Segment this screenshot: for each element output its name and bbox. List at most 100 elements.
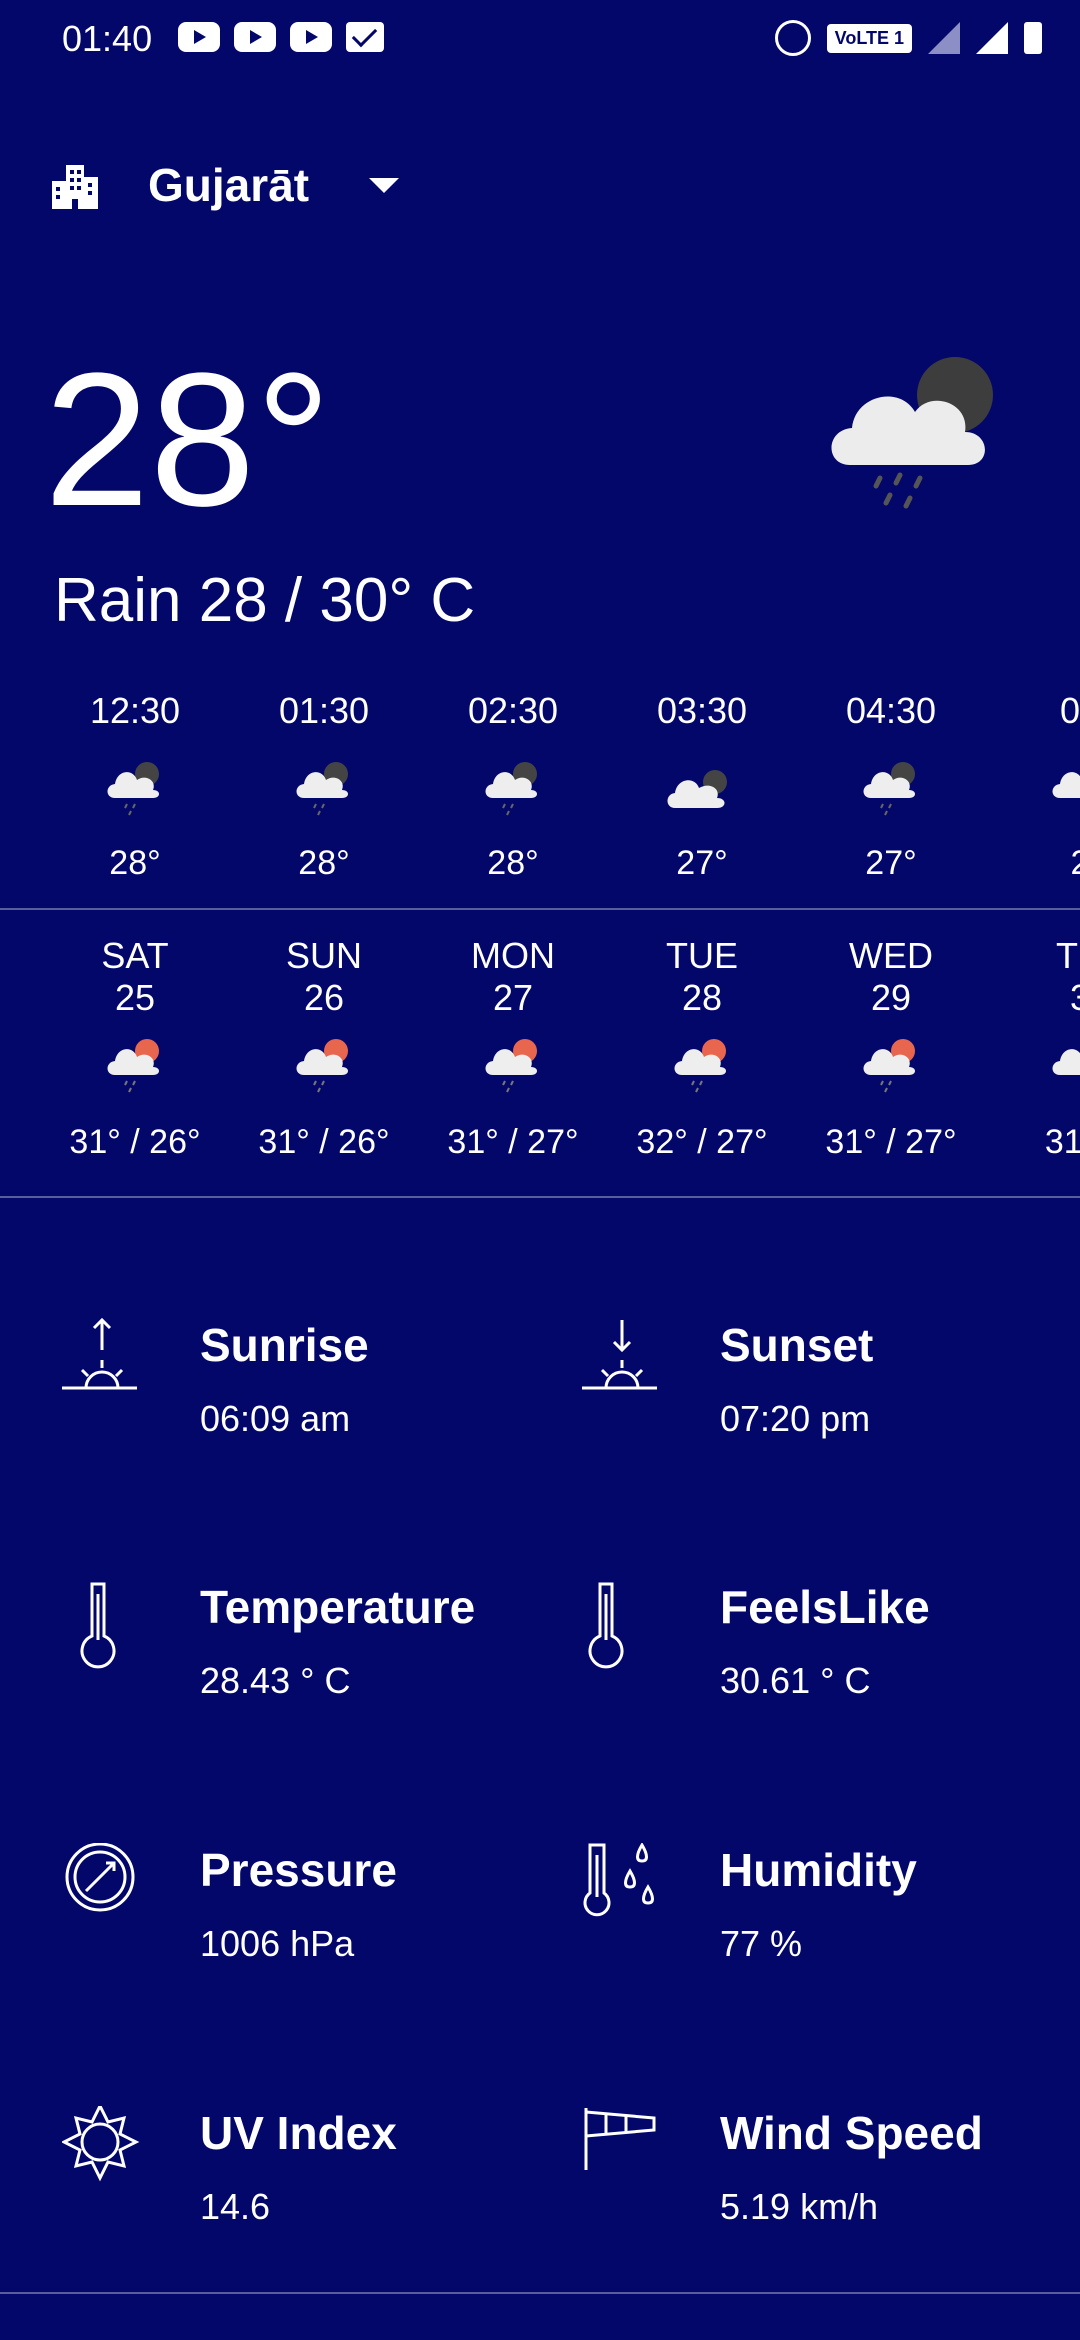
detail-wind-speed: Wind Speed 5.19 km/h — [582, 2106, 1062, 2266]
rain-night-icon — [485, 762, 537, 816]
detail-value: 28.43 ° C — [200, 1660, 351, 1701]
divider — [0, 908, 1080, 910]
signal-icon — [928, 22, 960, 54]
sunset-icon — [582, 1320, 657, 1390]
detail-sunrise: Sunrise 06:09 am — [62, 1318, 542, 1478]
daily-range: 31° / — [1044, 1123, 1080, 1161]
youtube-icon — [290, 22, 332, 52]
daily-range: 31° / 26° — [69, 1123, 201, 1161]
detail-uv-index: UV Index 14.6 — [62, 2106, 542, 2266]
daily-day: TH — [1056, 935, 1080, 976]
detail-label: Humidity — [720, 1844, 917, 1896]
detail-label: Sunset — [720, 1319, 874, 1371]
detail-label: Sunrise — [200, 1319, 369, 1371]
uv-sun-icon — [62, 2106, 140, 2182]
detail-label: Pressure — [200, 1844, 397, 1896]
daily-day: SAT — [101, 935, 169, 976]
system-icons: VoLTE 1 — [774, 20, 1042, 56]
divider — [0, 2292, 1080, 2294]
thermometer-icon — [80, 1582, 116, 1669]
detail-pressure: Pressure 1006 hPa — [62, 1843, 542, 2003]
location-name: Gujarāt — [148, 159, 310, 211]
location-selector[interactable]: Gujarāt — [50, 158, 400, 212]
status-bar: 01:40 VoLTE 1 — [0, 0, 1080, 80]
detail-label: FeelsLike — [720, 1581, 930, 1633]
rain-night-icon — [296, 762, 348, 816]
hourly-temp: 27° — [676, 844, 728, 882]
hourly-temp: 27° — [865, 844, 917, 882]
notification-icons — [178, 22, 384, 52]
daily-item: TH 3 31° / — [985, 935, 1080, 1162]
detail-humidity: Humidity 77 % — [582, 1843, 1062, 2003]
hourly-time: 03:30 — [656, 690, 748, 731]
detail-value: 14.6 — [200, 2186, 271, 2227]
daily-date: 27 — [492, 977, 534, 1018]
youtube-icon — [178, 22, 220, 52]
rain-sun-icon — [107, 1039, 159, 1093]
hourly-item: 12:30 28° — [40, 690, 230, 883]
hourly-item: 02:30 28° — [418, 690, 608, 883]
rain-night-icon — [107, 762, 159, 816]
daily-date: 25 — [114, 977, 156, 1018]
divider — [0, 1196, 1080, 1198]
detail-sunset: Sunset 07:20 pm — [582, 1318, 1062, 1478]
hourly-time: 02:30 — [467, 690, 559, 731]
detail-label: Wind Speed — [720, 2107, 983, 2159]
daily-item: WED 29 31° / 27° — [796, 935, 986, 1162]
hourly-item: 04:30 27° — [796, 690, 986, 883]
daily-day: WED — [849, 935, 933, 976]
sunrise-icon — [62, 1318, 137, 1390]
signal-icon — [976, 22, 1008, 54]
volte-badge: VoLTE 1 — [826, 23, 912, 53]
thermometer-icon — [588, 1582, 624, 1669]
alarm-icon — [774, 20, 811, 56]
detail-value: 30.61 ° C — [720, 1660, 871, 1701]
daily-range: 31° / 26° — [258, 1123, 390, 1161]
daily-range: 31° / 27° — [825, 1123, 957, 1161]
rain-sun-icon — [1052, 1049, 1080, 1075]
rain-night-icon — [863, 762, 915, 816]
detail-value: 07:20 pm — [720, 1398, 871, 1439]
detail-value: 06:09 am — [200, 1398, 351, 1439]
rain-sun-icon — [674, 1039, 726, 1093]
detail-value: 1006 hPa — [200, 1923, 355, 1964]
hourly-temp: 28° — [109, 844, 161, 882]
daily-item: MON 27 31° / 27° — [418, 935, 608, 1162]
youtube-icon — [234, 22, 276, 52]
hourly-item: 01:30 28° — [229, 690, 419, 883]
daily-day: TUE — [666, 935, 738, 976]
detail-value: 5.19 km/h — [720, 2186, 879, 2227]
barometer-icon — [65, 1843, 135, 1912]
hourly-item: 03:30 27° — [607, 690, 797, 883]
hourly-time: 04:30 — [845, 690, 937, 731]
hourly-time: 01:30 — [278, 690, 370, 731]
detail-label: UV Index — [200, 2107, 397, 2159]
daily-date: 29 — [870, 977, 912, 1018]
hourly-item: 05 2 — [985, 690, 1080, 883]
daily-date: 26 — [303, 977, 345, 1018]
current-temperature: 28° — [44, 334, 332, 546]
detail-feelslike: FeelsLike 30.61 ° C — [582, 1580, 1062, 1740]
city-icon — [52, 165, 98, 209]
daily-item: TUE 28 32° / 27° — [607, 935, 797, 1162]
humidity-icon — [583, 1843, 654, 1917]
detail-value: 77 % — [720, 1923, 803, 1964]
daily-range: 32° / 27° — [636, 1123, 768, 1161]
status-time: 01:40 — [62, 18, 153, 59]
chevron-down-icon — [369, 177, 400, 193]
daily-date: 3 — [985, 977, 1080, 1019]
daily-item: SAT 25 31° / 26° — [40, 935, 230, 1162]
hourly-forecast[interactable]: 12:30 28° 01:30 28° 02:30 28° 03:30 27° … — [0, 690, 1080, 900]
daily-range: 31° / 27° — [447, 1123, 579, 1161]
detail-label: Temperature — [200, 1581, 476, 1633]
daily-day: MON — [471, 935, 555, 976]
hourly-time: 12:30 — [89, 690, 181, 731]
cloudy-night-icon — [667, 770, 727, 808]
rain-sun-icon — [863, 1039, 915, 1093]
daily-date: 28 — [681, 977, 723, 1018]
gmail-icon — [346, 22, 384, 52]
battery-icon — [1024, 22, 1042, 54]
daily-forecast[interactable]: SAT 25 31° / 26° SUN 26 31° / 26° MON 27… — [0, 935, 1080, 1185]
rain-sun-icon — [296, 1039, 348, 1093]
rain-sun-icon — [485, 1039, 537, 1093]
